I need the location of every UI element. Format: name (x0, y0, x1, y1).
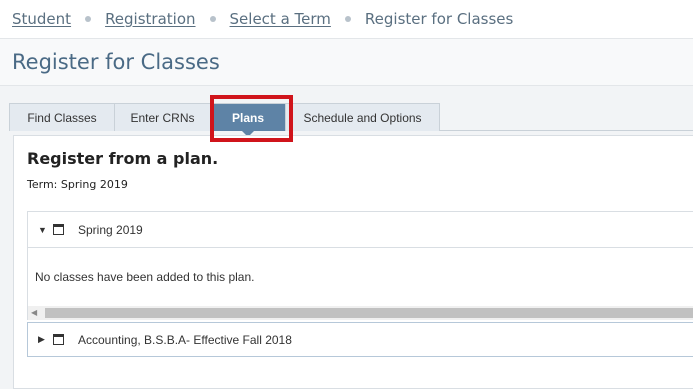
breadcrumb-separator (209, 16, 216, 22)
tab-schedule-and-options[interactable]: Schedule and Options (285, 103, 440, 131)
term-label: Term: Spring 2019 (27, 178, 128, 191)
page-title-bar: Register for Classes (0, 38, 693, 86)
plans-panel: Register from a plan. Term: Spring 2019 … (13, 135, 693, 389)
breadcrumb-current: Register for Classes (364, 10, 514, 28)
breadcrumb-separator (85, 16, 92, 22)
horizontal-scrollbar[interactable]: ◀ (27, 306, 693, 320)
caret-down-icon[interactable]: ▼ (38, 225, 48, 235)
calendar-icon (53, 334, 64, 345)
breadcrumb-student[interactable]: Student (12, 10, 71, 28)
calendar-icon (53, 224, 64, 235)
plan-header-spring-2019[interactable]: ▼ Spring 2019 (27, 211, 693, 248)
scroll-left-arrow-icon[interactable]: ◀ (31, 308, 37, 317)
tab-bar: Find Classes Enter CRNs Plans Schedule a… (9, 103, 440, 137)
scrollbar-thumb[interactable] (45, 308, 693, 318)
tab-bar-filler (440, 103, 693, 131)
breadcrumb: Student Registration Select a Term Regis… (0, 0, 693, 38)
plan-empty-message: No classes have been added to this plan. (27, 248, 693, 306)
breadcrumb-select-term[interactable]: Select a Term (230, 10, 331, 28)
breadcrumb-separator (344, 16, 351, 22)
tab-plans[interactable]: Plans (210, 103, 286, 137)
plan-header-accounting[interactable]: ▶ Accounting, B.S.B.A- Effective Fall 20… (27, 322, 693, 357)
page-title: Register for Classes (12, 50, 220, 74)
tab-find-classes[interactable]: Find Classes (9, 103, 115, 131)
plan-name: Spring 2019 (78, 222, 143, 237)
breadcrumb-registration[interactable]: Registration (105, 10, 195, 28)
caret-right-icon[interactable]: ▶ (38, 334, 48, 345)
tab-enter-crns[interactable]: Enter CRNs (114, 103, 211, 131)
plan-name: Accounting, B.S.B.A- Effective Fall 2018 (78, 332, 292, 347)
panel-heading: Register from a plan. (27, 149, 219, 168)
